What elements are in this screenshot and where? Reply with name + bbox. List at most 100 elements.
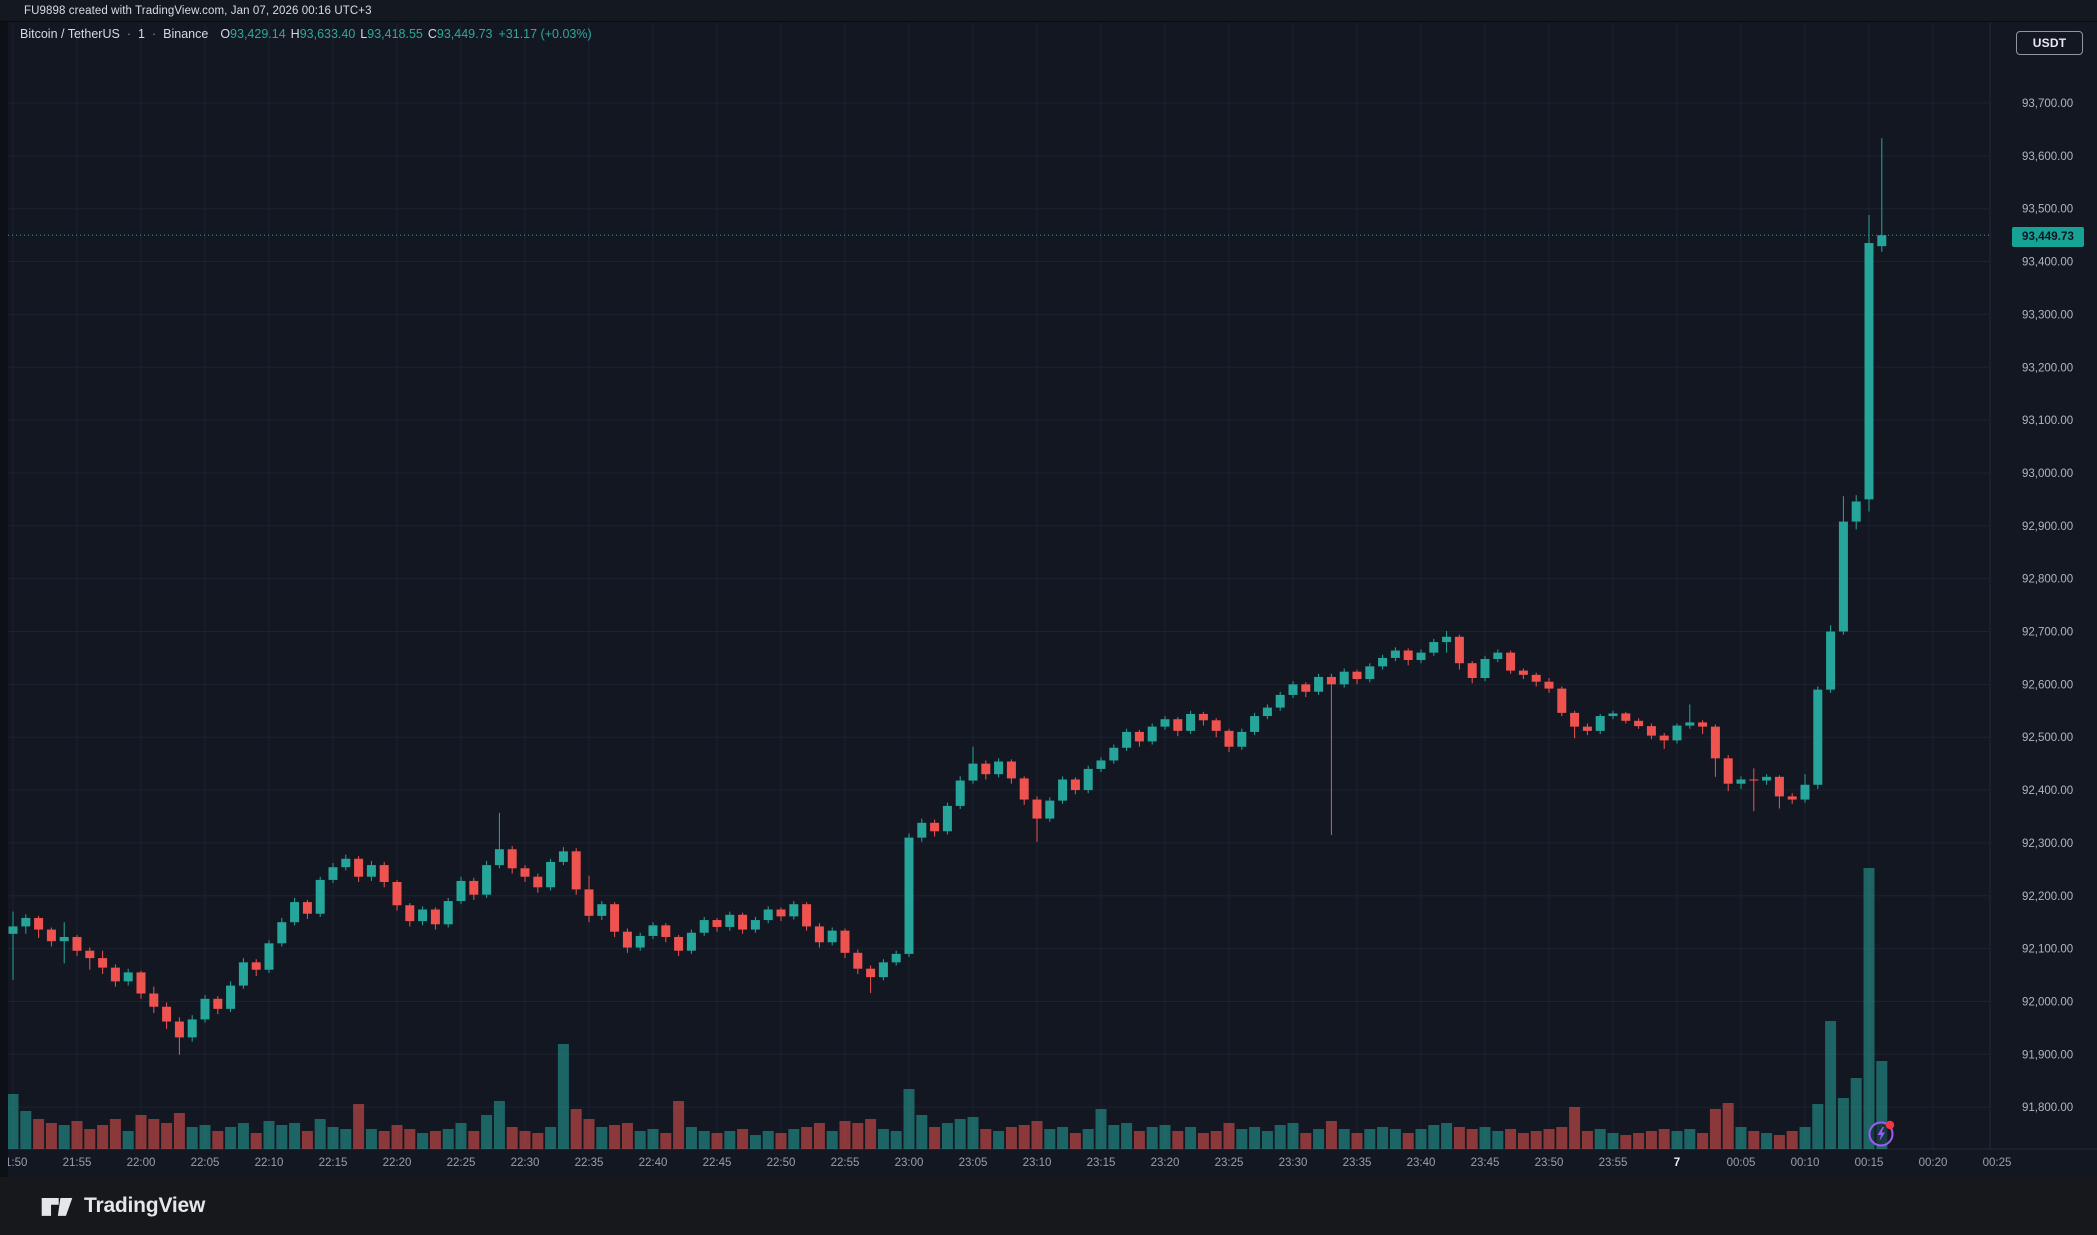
tradingview-snapshot: 93,700.0093,600.0093,500.0093,400.0093,3… [0,0,2097,1235]
candle-body [533,877,542,888]
volume-bar [1416,1129,1427,1149]
candle-body [175,1022,184,1038]
candle-body [1250,716,1259,732]
volume-bar [1761,1133,1772,1149]
volume-bar [1441,1123,1452,1149]
candle-body [969,764,978,781]
footer-bar: TradingView [0,1177,2097,1235]
volume-bar [801,1127,812,1149]
volume-bar [494,1101,505,1149]
close-value: 93,449.73 [437,27,493,41]
symbol-title[interactable]: Bitcoin / TetherUS [20,27,120,41]
volume-bar [916,1115,927,1149]
candle-body [610,904,619,931]
candle-body [457,881,466,901]
chart-canvas[interactable]: 93,700.0093,600.0093,500.0093,400.0093,3… [0,0,2097,1177]
volume-bar [1121,1123,1132,1149]
candle-body [1711,727,1720,759]
volume-bar [328,1127,339,1149]
candle-body [1289,684,1298,695]
volume-bar [891,1131,902,1149]
volume-bar [1672,1131,1683,1149]
currency-toggle-button[interactable]: USDT [2016,31,2083,55]
candle-body [853,953,862,969]
volume-bar [430,1131,441,1149]
time-tick-label: 22:10 [255,1157,284,1169]
candle-body [1737,779,1746,783]
volume-bar [558,1044,569,1149]
candle-body [329,867,338,880]
candle-body [188,1019,197,1037]
price-tick-label: 93,500.00 [2022,204,2073,216]
candle-body [1532,675,1541,682]
candle-body [649,925,658,936]
low-value: 93,418.55 [367,27,423,41]
volume-bar [1800,1127,1811,1149]
candle-body [879,962,888,977]
volume-bar [1480,1127,1491,1149]
candle-body [802,904,811,926]
candle-body [1148,727,1157,742]
candle-body [1442,637,1451,642]
candle-body [1455,637,1464,663]
candle-body [1826,632,1835,690]
volume-bar [596,1127,607,1149]
candle-body [252,962,261,969]
candle-body [1237,732,1246,747]
price-tick-label: 91,800.00 [2022,1102,2073,1114]
candle-body [1084,769,1093,790]
candle-body [1570,713,1579,727]
volume-bar [1748,1131,1759,1149]
candle-body [1276,695,1285,708]
candle-body [1109,748,1118,761]
volume-bar [1364,1129,1375,1149]
time-tick-label: 23:25 [1215,1157,1244,1169]
time-tick-label: 00:10 [1791,1157,1820,1169]
time-tick-label: 22:15 [319,1157,348,1169]
high-value: 93,633.40 [300,27,356,41]
candle-wick [64,922,65,963]
candle-body [1161,719,1170,726]
volume-bar [1736,1127,1747,1149]
candle-wick [13,912,14,980]
time-tick-label: 00:25 [1983,1157,2012,1169]
candle-body [239,962,248,985]
lightning-event-icon[interactable] [1867,1118,1897,1148]
candle-body [1365,666,1374,679]
volume-bar [776,1133,787,1149]
tradingview-logo-icon[interactable] [40,1194,74,1219]
candle-body [9,926,18,933]
candle-body [1877,235,1886,246]
volume-bar [904,1089,915,1149]
volume-bar [1723,1103,1734,1149]
volume-bar [251,1133,262,1149]
volume-bar [724,1131,735,1149]
candle-body [1135,732,1144,742]
volume-bar [366,1129,377,1149]
candle-body [1071,779,1080,790]
volume-bar [993,1131,1004,1149]
candle-body [469,881,478,895]
interval-label[interactable]: 1 [138,27,145,41]
volume-bar [84,1129,95,1149]
volume-bar [276,1125,287,1149]
candle-body [674,937,683,951]
candle-body [1186,714,1195,731]
volume-bar [1518,1133,1529,1149]
volume-bar [1275,1125,1286,1149]
volume-bar [1147,1127,1158,1149]
candle-body [1045,801,1054,819]
volume-bar [200,1125,211,1149]
tradingview-logo-text[interactable]: TradingView [84,1194,205,1218]
volume-bar [1032,1121,1043,1149]
candle-body [815,926,824,942]
volume-bar [379,1131,390,1149]
candle-body [1775,777,1784,797]
volume-bar [1838,1098,1849,1149]
candle-body [60,937,69,941]
candle-body [1122,732,1131,748]
candle-body [290,902,299,922]
volume-bar [136,1115,147,1149]
candle-body [713,920,722,927]
volume-bar [1211,1131,1222,1149]
